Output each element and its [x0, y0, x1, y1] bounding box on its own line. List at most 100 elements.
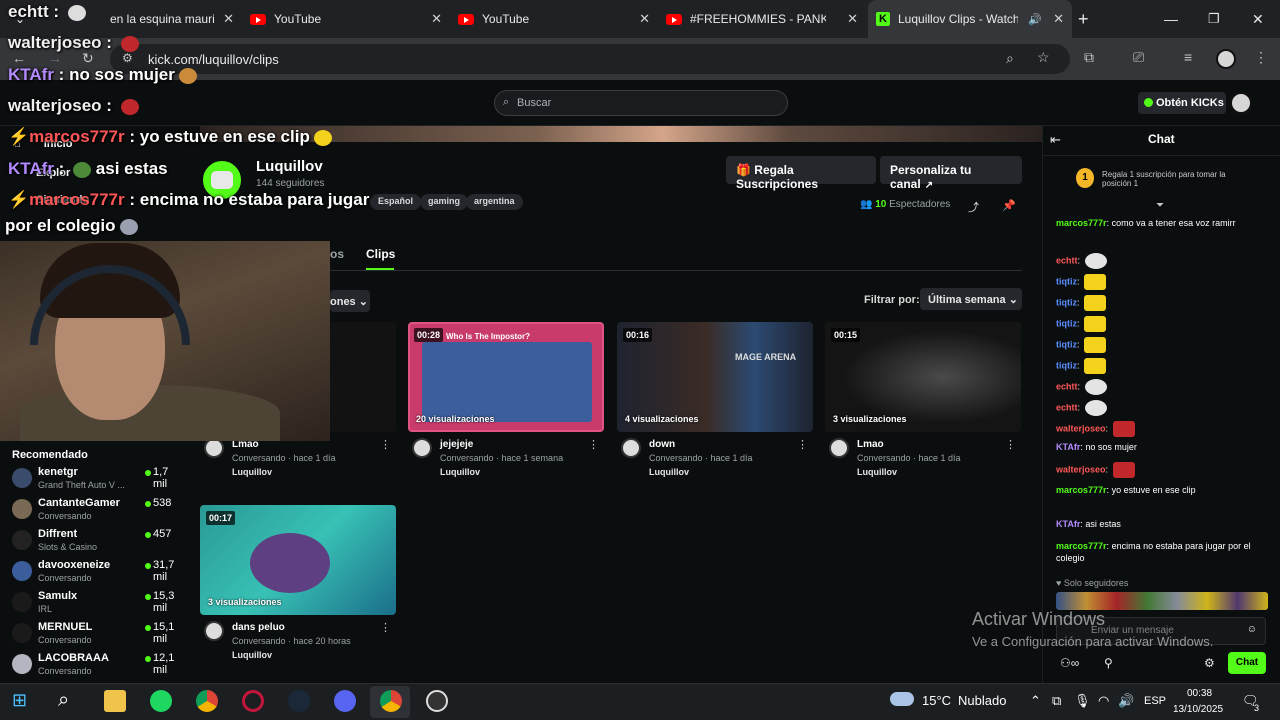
clip-channel[interactable]: Luquillov: [440, 467, 480, 477]
emote-picker-icon[interactable]: ☺: [1247, 624, 1257, 635]
recommended-item[interactable]: Samulx IRL 15,3 mil: [12, 590, 182, 620]
steam-icon[interactable]: [288, 690, 310, 712]
site-settings-icon[interactable]: ⚙: [122, 51, 133, 65]
emote-strip[interactable]: [1056, 592, 1268, 610]
menu-icon[interactable]: ⋮: [1254, 49, 1268, 66]
more-options-icon[interactable]: ⋮: [380, 438, 391, 451]
weather-temp[interactable]: 15°C: [922, 693, 951, 708]
media-control-icon[interactable]: ≡: [1184, 49, 1192, 65]
bookmark-star-icon[interactable]: ☆: [1037, 49, 1050, 66]
filter-dropdown[interactable]: Última semana ⌄: [920, 288, 1022, 310]
network-icon[interactable]: ⧉: [1052, 693, 1061, 709]
clip-channel[interactable]: Luquillov: [649, 467, 689, 477]
clip-title[interactable]: dans peluo: [232, 622, 285, 633]
close-icon[interactable]: ✕: [847, 11, 858, 27]
get-kicks-button[interactable]: Obtén KICKs: [1138, 92, 1226, 114]
tab-2[interactable]: YouTube ✕: [458, 0, 658, 38]
zoom-icon[interactable]: ⌕: [1006, 50, 1014, 67]
chrome-icon[interactable]: [196, 690, 218, 712]
spotify-icon[interactable]: [150, 690, 172, 712]
cast-icon[interactable]: ⎚: [1133, 49, 1144, 66]
clock-date[interactable]: 13/10/2025: [1173, 704, 1223, 715]
chat-username[interactable]: echtt: [1056, 255, 1078, 265]
clip-channel[interactable]: Luquillov: [232, 467, 272, 477]
new-tab-button[interactable]: +: [1078, 0, 1102, 38]
clip-title[interactable]: down: [649, 439, 675, 450]
tab-videos[interactable]: os: [330, 247, 344, 261]
chat-username[interactable]: KTAfr: [1056, 442, 1080, 452]
close-icon[interactable]: ✕: [639, 11, 650, 27]
tab-4[interactable]: K Luquillov Clips - Watch 🔊 ✕: [868, 0, 1072, 38]
mic-icon[interactable]: 🎙: [1074, 693, 1091, 709]
clip-channel[interactable]: Luquillov: [232, 650, 272, 660]
channel-name[interactable]: Luquillov: [256, 158, 323, 175]
recommended-item[interactable]: MERNUEL Conversando 15,1 mil: [12, 621, 182, 651]
chevron-up-icon[interactable]: ⌃: [1030, 693, 1041, 709]
file-explorer-icon[interactable]: [104, 690, 126, 712]
more-options-icon[interactable]: ⋮: [797, 438, 808, 451]
maximize-button[interactable]: ❐: [1208, 0, 1228, 38]
recommended-item[interactable]: Diffrent Slots & Casino 457: [12, 528, 182, 558]
search-input[interactable]: ⌕ Buscar: [494, 90, 788, 116]
wifi-icon[interactable]: ◠: [1098, 693, 1109, 709]
clip-title[interactable]: Lmao: [857, 439, 884, 450]
recommended-item[interactable]: LACOBRAAA Conversando 12,1 mil: [12, 652, 182, 682]
user-avatar[interactable]: [1230, 92, 1252, 114]
recommended-item[interactable]: davooxeneize Conversando 31,7 mil: [12, 559, 182, 589]
chat-username[interactable]: KTAfr: [1056, 519, 1080, 529]
pinned-toggle-icon[interactable]: ⏷: [1156, 200, 1164, 211]
volume-icon[interactable]: 🔊: [1118, 693, 1134, 709]
close-icon[interactable]: ✕: [1053, 11, 1064, 27]
collapse-chat-icon[interactable]: ⇤: [1050, 132, 1061, 148]
chat-gift-banner[interactable]: Regala 1 suscripción para tomar la posic…: [1102, 170, 1252, 188]
recommended-item[interactable]: kenetgr Grand Theft Auto V ... 1,7 mil: [12, 466, 182, 496]
chrome-icon[interactable]: [380, 690, 402, 712]
weather-desc[interactable]: Nublado: [958, 693, 1006, 708]
chat-username[interactable]: walterjoseo: [1056, 423, 1106, 433]
minimize-button[interactable]: —: [1164, 0, 1184, 38]
chat-send-button[interactable]: Chat: [1228, 652, 1266, 674]
tab-3[interactable]: #FREEHOMMIES - PANKKY ✕: [666, 0, 866, 38]
close-icon[interactable]: ✕: [431, 11, 442, 27]
gift-subs-button[interactable]: 🎁 Regala Suscripciones: [726, 156, 876, 191]
more-options-icon[interactable]: ⋮: [588, 438, 599, 451]
more-options-icon[interactable]: ⋮: [1005, 438, 1016, 451]
share-icon[interactable]: ⤴: [968, 199, 979, 215]
sort-dropdown[interactable]: ones ⌄: [330, 290, 370, 312]
profile-avatar[interactable]: [1216, 49, 1236, 69]
tag-spanish[interactable]: Español: [370, 194, 422, 210]
customize-channel-button[interactable]: Personaliza tu canal ↗: [880, 156, 1022, 191]
chat-settings-icon[interactable]: ⚙: [1204, 656, 1215, 670]
chat-username[interactable]: marcos777r: [1056, 541, 1107, 551]
pin-icon[interactable]: 📌: [1002, 199, 1016, 212]
tag-gaming[interactable]: gaming: [420, 194, 469, 210]
chat-username[interactable]: echtt: [1056, 381, 1078, 391]
search-icon[interactable]: ⌕: [58, 689, 69, 712]
chat-username[interactable]: tiqtiz: [1056, 318, 1077, 328]
chat-username[interactable]: walterjoseo: [1056, 464, 1106, 474]
extensions-icon[interactable]: ⧉: [1084, 49, 1094, 66]
windows-start-icon[interactable]: ⊞: [12, 690, 27, 711]
chat-users-icon[interactable]: ⚇∞: [1060, 656, 1079, 670]
chat-username[interactable]: marcos777r: [1056, 485, 1107, 495]
language-indicator[interactable]: ESP: [1144, 695, 1166, 707]
tab-1[interactable]: YouTube ✕: [250, 0, 450, 38]
more-options-icon[interactable]: ⋮: [380, 621, 391, 634]
chat-username[interactable]: tiqtiz: [1056, 360, 1077, 370]
speaker-icon[interactable]: 🔊: [1028, 13, 1042, 26]
tab-clips[interactable]: Clips: [366, 247, 395, 261]
window-close-button[interactable]: ✕: [1252, 0, 1272, 38]
recommended-item[interactable]: CantanteGamer Conversando 538: [12, 497, 182, 527]
chat-username[interactable]: marcos777r: [1056, 218, 1107, 228]
clip-channel[interactable]: Luquillov: [857, 467, 897, 477]
obs-icon[interactable]: [426, 690, 448, 712]
chat-username[interactable]: echtt: [1056, 402, 1078, 412]
chat-username[interactable]: tiqtiz: [1056, 339, 1077, 349]
clip-title[interactable]: jejejeje: [440, 439, 473, 450]
tag-argentina[interactable]: argentina: [466, 194, 523, 210]
chat-gift-icon[interactable]: ⚲: [1104, 656, 1113, 670]
discord-icon[interactable]: [334, 690, 356, 712]
clock-time[interactable]: 00:38: [1187, 688, 1212, 699]
close-icon[interactable]: ✕: [223, 11, 234, 27]
chat-username[interactable]: tiqtiz: [1056, 276, 1077, 286]
